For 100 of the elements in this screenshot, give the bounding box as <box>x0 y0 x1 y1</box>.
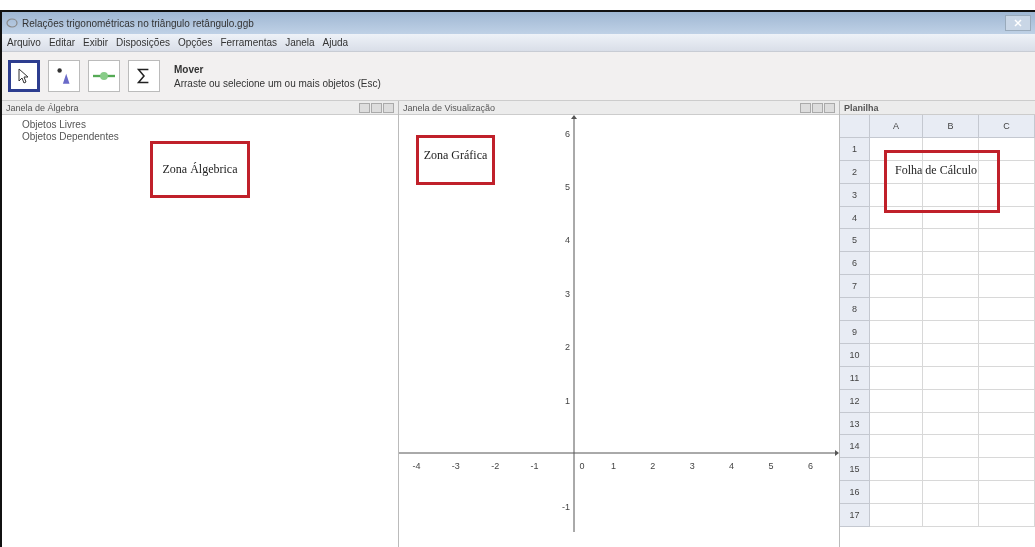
row-header[interactable]: 14 <box>840 435 870 459</box>
table-cell[interactable] <box>870 412 923 436</box>
table-cell[interactable] <box>923 435 979 459</box>
table-cell[interactable] <box>870 366 923 390</box>
table-cell[interactable] <box>870 321 923 344</box>
row-header[interactable]: 5 <box>840 229 870 253</box>
tick-label: -1 <box>530 461 539 471</box>
column-header[interactable]: C <box>979 115 1035 138</box>
corner-cell[interactable] <box>840 115 870 138</box>
tick-label: 3 <box>689 461 695 471</box>
tick-label: 4 <box>565 235 570 246</box>
table-cell[interactable] <box>979 252 1035 276</box>
table-cell[interactable] <box>979 458 1035 482</box>
row-header[interactable]: 11 <box>840 366 870 390</box>
table-cell[interactable] <box>979 298 1035 321</box>
table-cell[interactable] <box>870 481 923 505</box>
table-cell[interactable] <box>870 298 923 321</box>
table-cell[interactable] <box>923 458 979 482</box>
table-cell[interactable] <box>923 206 979 230</box>
tick-label: 0 <box>579 461 585 471</box>
table-cell[interactable] <box>979 160 1035 184</box>
table-cell[interactable] <box>979 206 1035 230</box>
tool-name: Mover <box>174 63 205 75</box>
table-cell[interactable] <box>923 229 979 253</box>
table-cell[interactable] <box>979 183 1035 207</box>
menu-item[interactable]: Arquivo <box>6 37 42 48</box>
tick-label: 1 <box>565 395 570 406</box>
table-cell[interactable] <box>923 366 979 390</box>
table-cell[interactable] <box>923 275 979 299</box>
tick-label: 2 <box>650 461 656 471</box>
close-button[interactable] <box>1005 15 1031 31</box>
table-cell[interactable] <box>870 183 923 207</box>
row-header[interactable]: 6 <box>840 252 870 276</box>
menu-item[interactable]: Disposições <box>115 37 171 48</box>
panel-buttons-icon[interactable] <box>800 102 835 113</box>
tick-label: -3 <box>451 461 460 471</box>
tool-button[interactable] <box>8 60 40 92</box>
row-header[interactable]: 13 <box>840 412 870 436</box>
column-header[interactable]: B <box>923 115 979 138</box>
table-cell[interactable] <box>923 160 979 184</box>
table-cell[interactable] <box>979 481 1035 505</box>
tool-button[interactable] <box>128 60 160 92</box>
table-cell[interactable] <box>923 298 979 321</box>
table-cell[interactable] <box>923 183 979 207</box>
menu-item[interactable]: Ajuda <box>321 37 350 48</box>
table-cell[interactable] <box>923 321 979 344</box>
table-cell[interactable] <box>870 504 923 528</box>
table-cell[interactable] <box>870 160 923 184</box>
table-cell[interactable] <box>923 412 979 436</box>
table-cell[interactable] <box>979 435 1035 459</box>
row-header[interactable]: 4 <box>840 206 870 230</box>
row-header[interactable]: 10 <box>840 343 870 367</box>
row-header[interactable]: 7 <box>840 275 870 299</box>
table-cell[interactable] <box>923 481 979 505</box>
table-cell[interactable] <box>979 343 1035 367</box>
panel-buttons-icon[interactable] <box>359 102 394 113</box>
tick-label: 2 <box>565 342 570 353</box>
row-header[interactable]: 2 <box>840 160 870 184</box>
menu-item[interactable]: Editar <box>47 37 77 48</box>
tick-label: -1 <box>562 502 570 513</box>
table-cell[interactable] <box>870 389 923 413</box>
table-cell[interactable] <box>870 435 923 459</box>
table-cell[interactable] <box>870 343 923 367</box>
table-cell[interactable] <box>870 206 923 230</box>
row-header[interactable]: 15 <box>840 458 870 482</box>
tick-label: 6 <box>807 461 813 471</box>
table-cell[interactable] <box>979 389 1035 413</box>
table-cell[interactable] <box>979 366 1035 390</box>
table-cell[interactable] <box>870 458 923 482</box>
table-cell[interactable] <box>979 504 1035 528</box>
table-cell[interactable] <box>979 229 1035 253</box>
menu-item[interactable]: Exibir <box>82 37 110 48</box>
row-header[interactable]: 1 <box>840 137 870 161</box>
table-cell[interactable] <box>923 252 979 276</box>
row-header[interactable]: 12 <box>840 389 870 413</box>
table-cell[interactable] <box>870 137 923 161</box>
algebra-item[interactable]: Objetos Dependentes <box>22 131 398 143</box>
row-header[interactable]: 9 <box>840 321 870 344</box>
column-header[interactable]: A <box>870 115 923 138</box>
table-cell[interactable] <box>870 229 923 253</box>
menu-item[interactable]: Janela <box>284 37 316 48</box>
tool-hint: Arraste ou selecione um ou mais objetos (Esc) <box>174 77 381 89</box>
menu-item[interactable]: Ferramentas <box>219 37 279 48</box>
row-header[interactable]: 17 <box>840 504 870 528</box>
table-cell[interactable] <box>979 275 1035 299</box>
table-cell[interactable] <box>870 275 923 299</box>
table-cell[interactable] <box>979 137 1035 161</box>
table-cell[interactable] <box>923 137 979 161</box>
table-cell[interactable] <box>870 252 923 276</box>
table-cell[interactable] <box>923 504 979 528</box>
table-cell[interactable] <box>923 343 979 367</box>
menu-item[interactable]: Opções <box>176 37 214 48</box>
algebra-item[interactable]: Objetos Livres <box>22 119 398 131</box>
row-header[interactable]: 8 <box>840 298 870 321</box>
table-cell[interactable] <box>979 412 1035 436</box>
tick-label: 5 <box>768 461 774 471</box>
row-header[interactable]: 3 <box>840 183 870 207</box>
table-cell[interactable] <box>979 321 1035 344</box>
row-header[interactable]: 16 <box>840 481 870 505</box>
table-cell[interactable] <box>923 389 979 413</box>
